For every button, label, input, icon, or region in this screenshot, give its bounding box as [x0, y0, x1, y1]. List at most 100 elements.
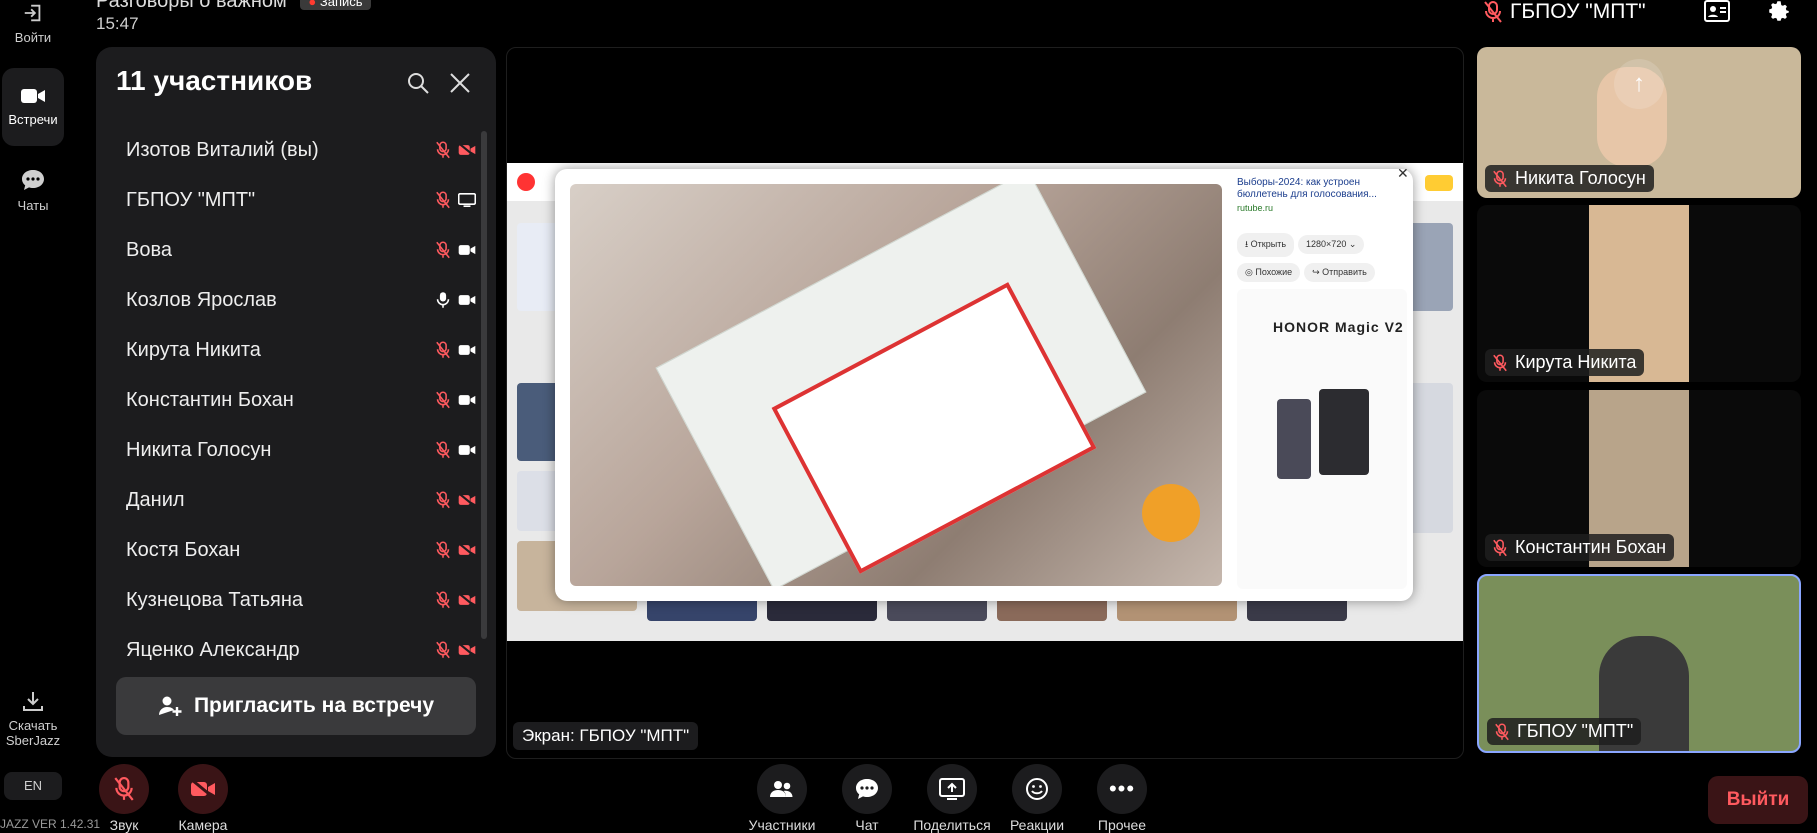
tile-name-text: Никита Голосун [1515, 168, 1646, 188]
phone-image [1277, 399, 1311, 479]
tile-name: Константин Бохан [1485, 534, 1675, 561]
ballot-photo[interactable] [570, 184, 1222, 586]
settings-gear-icon[interactable] [1766, 0, 1792, 24]
popup-info: Выборы-2024: как устроен бюллетень для г… [1237, 177, 1407, 282]
participant-name: Кирута Никита [126, 338, 261, 361]
send-button[interactable]: ↪ Отправить [1304, 263, 1375, 282]
login-icon [24, 4, 41, 22]
participant-row[interactable]: Вова [96, 225, 476, 275]
mic-muted-icon [436, 491, 450, 509]
similar-icon: ◎ [1245, 267, 1253, 277]
invite-button[interactable]: Пригласить на встречу [116, 677, 476, 735]
participant-row[interactable]: Костя Бохан [96, 525, 476, 575]
recording-badge: ● Запись [300, 0, 371, 11]
invite-label: Пригласить на встречу [193, 694, 435, 717]
participants-panel: 11 участников Изотов Виталий (вы) ГБПОУ "… [96, 47, 496, 757]
participant-status-icons [436, 475, 476, 525]
participants-scrollbar[interactable] [481, 131, 487, 639]
participant-row[interactable]: Кирута Никита [96, 325, 476, 375]
participant-row[interactable]: Козлов Ярослав [96, 275, 476, 325]
mic-muted-icon [114, 777, 134, 801]
video-camera-icon [21, 89, 45, 103]
participants-button[interactable] [757, 764, 807, 814]
participant-name: Кузнецова Татьяна [126, 588, 304, 611]
meeting-title: Разговоры о важном ● Запись [96, 0, 371, 13]
tile-name: Кирута Никита [1485, 349, 1645, 376]
participants-list: Изотов Виталий (вы) ГБПОУ "МПТ" Вова Козлов… [96, 125, 476, 675]
image-preview-popup: Выборы-2024: как устроен бюллетень для г… [555, 165, 1413, 601]
language-switch[interactable]: EN [4, 772, 62, 800]
participant-name: Костя Бохан [126, 538, 241, 561]
participant-row[interactable]: Изотов Виталий (вы) [96, 125, 476, 175]
video-tile-active[interactable]: ГБПОУ "МПТ" [1477, 574, 1801, 753]
recording-badge-label: Запись [319, 0, 363, 10]
sound-button[interactable] [99, 764, 149, 814]
similar-label: Похожие [1255, 267, 1293, 277]
participant-name: Константин Бохан [126, 388, 294, 411]
arrow-up-icon[interactable]: ↑ [1614, 59, 1664, 109]
camera-off-icon [458, 143, 476, 157]
video-tile[interactable]: ↑ Никита Голосун [1477, 47, 1801, 198]
participant-status-icons [436, 125, 476, 175]
search-icon[interactable] [406, 71, 430, 95]
download-icon [23, 692, 43, 711]
meeting-title-text: Разговоры о важном [96, 0, 287, 12]
chevron-down-icon: ⌄ [1348, 239, 1357, 249]
participant-row[interactable]: ГБПОУ "МПТ" [96, 175, 476, 225]
share-screen-icon [939, 778, 965, 800]
participant-row[interactable]: Никита Голосун [96, 425, 476, 475]
download-app-button[interactable]: Скачать SberJazz [0, 690, 66, 748]
video-tile[interactable]: Константин Бохан [1477, 390, 1801, 567]
tile-name: ГБПОУ "МПТ" [1487, 718, 1642, 745]
participant-status-icons [436, 275, 476, 325]
yandex-logo-icon [517, 173, 535, 191]
nav-meetings-label: Встречи [8, 112, 58, 127]
nav-chats[interactable]: Чаты [0, 168, 66, 213]
popup-source[interactable]: rutube.ru [1237, 203, 1407, 213]
similar-button[interactable]: ◎ Похожие [1237, 263, 1301, 282]
reactions-button[interactable] [1012, 764, 1062, 814]
participant-status-icons [436, 625, 476, 675]
advertisement[interactable]: HONOR Magic V2 [1237, 289, 1407, 589]
chat-bubble-icon [22, 170, 44, 190]
participant-status-icons [436, 175, 476, 225]
tile-name-text: Константин Бохан [1515, 537, 1667, 557]
participant-row[interactable]: Данил [96, 475, 476, 525]
camera-button[interactable] [178, 764, 228, 814]
popup-title[interactable]: Выборы-2024: как устроен бюллетень для г… [1237, 177, 1407, 201]
video-tile[interactable]: Кирута Никита [1477, 205, 1801, 382]
participant-name: Никита Голосун [126, 438, 272, 461]
nav-chats-label: Чаты [17, 198, 49, 213]
participant-row[interactable]: Константин Бохан [96, 375, 476, 425]
mic-muted-icon [436, 141, 450, 159]
screen-share-icon [458, 193, 476, 207]
close-icon[interactable] [448, 71, 472, 95]
mic-muted-icon [1484, 1, 1502, 23]
share-screen-button[interactable] [927, 764, 977, 814]
nav-meetings[interactable]: Встречи [2, 68, 64, 146]
contact-card-icon[interactable] [1704, 0, 1730, 22]
mic-muted-icon [436, 241, 450, 259]
open-button[interactable]: ⭳ Открыть [1237, 233, 1295, 257]
share-arrow-icon: ↪ [1312, 267, 1320, 277]
participant-row[interactable]: Кузнецова Татьяна [96, 575, 476, 625]
camera-off-icon [458, 643, 476, 657]
leave-button[interactable]: Выйти [1708, 776, 1808, 824]
participant-name: Вова [126, 238, 172, 261]
smile-icon [1026, 778, 1048, 800]
popup-close-icon[interactable]: ✕ [1397, 165, 1409, 182]
chat-button[interactable] [842, 764, 892, 814]
more-button[interactable]: ••• [1097, 764, 1147, 814]
login-button[interactable]: Войти [0, 2, 66, 45]
mic-icon [436, 292, 450, 308]
camera-off-icon [458, 493, 476, 507]
participant-row[interactable]: Яценко Александр [96, 625, 476, 675]
participant-status-icons [436, 375, 476, 425]
yellow-button-icon [1425, 175, 1453, 191]
download-small-icon: ⭳ [1245, 239, 1249, 249]
camera-icon [458, 295, 476, 305]
phone-image [1319, 389, 1369, 475]
login-label: Войти [14, 30, 52, 45]
participants-count-title: 11 участников [116, 65, 313, 96]
size-select[interactable]: 1280×720 ⌄ [1298, 235, 1365, 254]
